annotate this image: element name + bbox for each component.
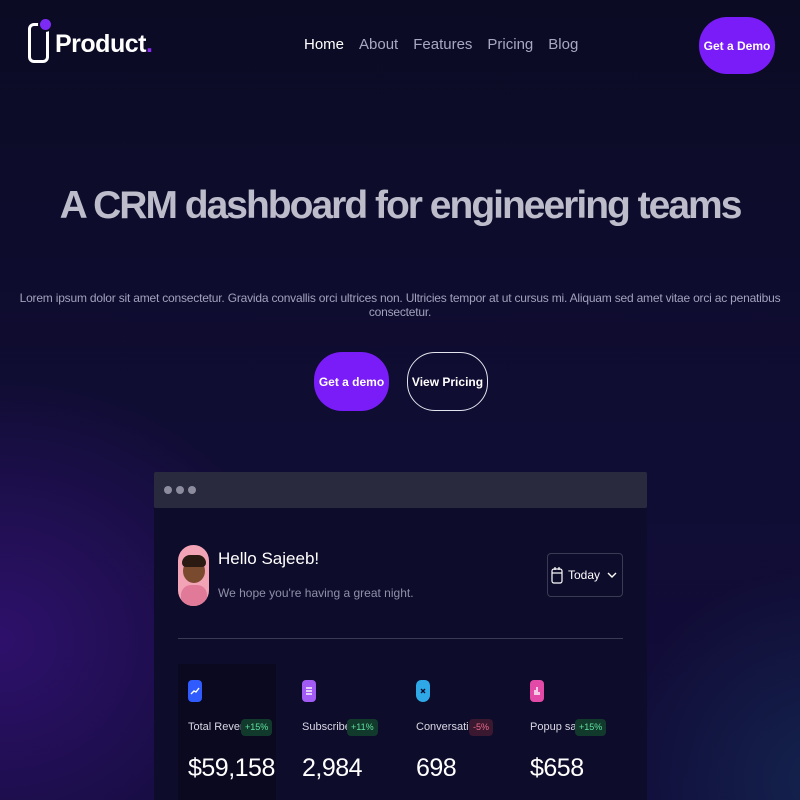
chevron-down-icon xyxy=(605,570,619,580)
greeting-title: Hello Sajeeb! xyxy=(218,549,320,568)
stat-change-badge: +15% xyxy=(241,719,273,736)
date-filter-label: Today xyxy=(567,568,601,582)
stat-change-badge: +15% xyxy=(575,719,607,736)
list-icon xyxy=(302,680,316,702)
get-a-demo-header-button[interactable]: Get a Demo xyxy=(699,17,775,74)
stat-value: $658 xyxy=(530,754,584,782)
hero-title: A CRM dashboard for engineering teams xyxy=(59,184,743,227)
stat-card-total-revenue[interactable]: Total Revenue +15% $59,158 xyxy=(178,664,276,800)
divider xyxy=(178,638,623,639)
nav-home[interactable]: Home xyxy=(304,36,344,53)
logo-mark-icon xyxy=(28,19,51,63)
stat-change-badge: +11% xyxy=(347,719,378,736)
shield-x-icon xyxy=(416,680,430,702)
nav-blog[interactable]: Blog xyxy=(548,36,578,53)
date-filter-dropdown[interactable]: Today xyxy=(547,553,623,597)
window-dot-icon xyxy=(176,486,184,494)
bar-chart-icon xyxy=(530,680,544,702)
stat-card-conversations[interactable]: Conversations -5% 698 xyxy=(406,664,506,800)
brand-name: Product. xyxy=(55,29,153,58)
stats-row: Total Revenue +15% $59,158 Subscribers +… xyxy=(178,664,623,800)
nav-about[interactable]: About xyxy=(359,36,398,53)
stat-card-subscribers[interactable]: Subscribers +11% 2,984 xyxy=(292,664,392,800)
greeting-subtitle: We hope you're having a great night. xyxy=(218,586,414,600)
brand-logo[interactable]: Product. xyxy=(28,19,153,63)
view-pricing-button[interactable]: View Pricing xyxy=(407,352,488,411)
hero-subtitle: Lorem ipsum dolor sit amet consectetur. … xyxy=(19,291,781,319)
avatar[interactable] xyxy=(178,545,209,606)
get-a-demo-button[interactable]: Get a demo xyxy=(314,352,389,411)
stat-value: 698 xyxy=(416,754,457,782)
calendar-icon xyxy=(551,566,563,584)
window-titlebar xyxy=(154,472,647,508)
stat-change-badge: -5% xyxy=(469,719,494,736)
nav-pricing[interactable]: Pricing xyxy=(487,36,533,53)
chart-trend-icon xyxy=(188,680,202,702)
stat-card-popup-sales[interactable]: Popup sales +15% $658 xyxy=(520,664,623,800)
nav-features[interactable]: Features xyxy=(413,36,472,53)
stat-value: $59,158 xyxy=(188,754,275,782)
stat-value: 2,984 xyxy=(302,754,363,782)
main-nav: Home About Features Pricing Blog xyxy=(304,36,578,53)
window-dot-icon xyxy=(188,486,196,494)
window-dot-icon xyxy=(164,486,172,494)
